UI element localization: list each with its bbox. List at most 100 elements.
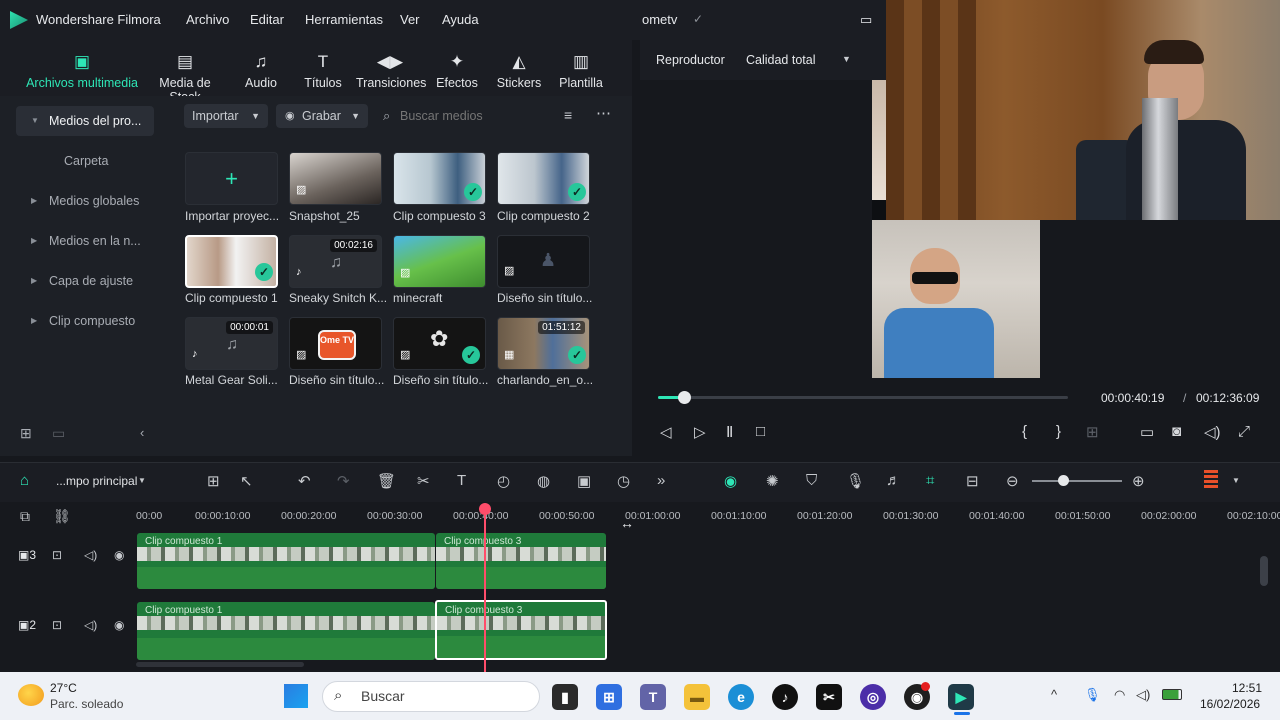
layout-toggle-icon[interactable]: ▭: [860, 12, 872, 28]
menu-ver[interactable]: Ver: [400, 12, 420, 27]
volume-icon[interactable]: ◁): [1204, 423, 1221, 441]
ai-portrait-icon[interactable]: ▣: [577, 472, 591, 490]
capcut-icon[interactable]: ✂: [816, 684, 842, 710]
wifi-icon[interactable]: ◠: [1114, 687, 1125, 703]
weather-desc[interactable]: Parc. soleado: [50, 697, 123, 711]
tab-plantilla[interactable]: ▥ Plantilla: [556, 40, 606, 96]
clock-time[interactable]: 12:51: [1232, 681, 1262, 695]
chevron-down-icon[interactable]: ▼: [1232, 476, 1240, 485]
eye-icon[interactable]: ◉: [114, 618, 124, 632]
media-thumbnail[interactable]: ✓: [497, 152, 590, 205]
lock-icon[interactable]: ⊡: [52, 548, 62, 562]
pause-icon[interactable]: Ⅱ: [726, 423, 733, 441]
tab-efectos[interactable]: ✦ Efectos: [432, 40, 482, 96]
ai-copilot-icon[interactable]: ◉: [724, 472, 737, 490]
chevron-down-icon[interactable]: ▼: [842, 54, 851, 64]
play-icon[interactable]: ▷: [694, 423, 706, 441]
teams-icon[interactable]: T: [640, 684, 666, 710]
timeline-clip[interactable]: Clip compuesto 1: [137, 602, 435, 660]
taskbar-search[interactable]: Buscar: [322, 681, 540, 712]
filmora-taskbar-icon[interactable]: ▶: [948, 684, 974, 710]
menu-ayuda[interactable]: Ayuda: [442, 12, 479, 27]
audio-mix-icon[interactable]: ♬: [886, 472, 901, 489]
store-icon[interactable]: ⊞: [596, 684, 622, 710]
redo-icon[interactable]: ↷: [337, 472, 350, 490]
mark-out-icon[interactable]: }: [1056, 423, 1061, 440]
timeline-clip[interactable]: Clip compuesto 1: [137, 533, 435, 589]
tab-stickers[interactable]: ◭ Stickers: [494, 40, 544, 96]
lock-icon[interactable]: ⊡: [52, 618, 62, 632]
grid-layout-icon[interactable]: ⊞: [207, 472, 220, 490]
edge-browser-icon[interactable]: e: [728, 684, 754, 710]
filter-icon[interactable]: ≡: [564, 107, 572, 123]
tab-transiciones[interactable]: ◀▶ Transiciones: [356, 40, 426, 96]
import-button[interactable]: Importar ▼: [184, 104, 268, 128]
media-thumbnail[interactable]: ✓: [393, 152, 486, 205]
previous-frame-icon[interactable]: ◁: [660, 423, 672, 441]
display-icon[interactable]: ▭: [1140, 423, 1154, 441]
media-thumbnail[interactable]: ▨: [393, 235, 486, 288]
sidebar-item-medios-globales[interactable]: ▶ Medios globales: [16, 186, 154, 216]
new-folder-icon[interactable]: ⊞: [20, 425, 32, 442]
timeline-clip-selected[interactable]: Clip compuesto 3: [435, 600, 607, 660]
sidebar-item-carpeta[interactable]: Carpeta: [16, 146, 154, 176]
zoom-in-icon[interactable]: ⊕: [1132, 472, 1145, 490]
media-thumbnail[interactable]: ▨: [289, 152, 382, 205]
home-icon[interactable]: ⌂: [20, 472, 29, 489]
clock-date[interactable]: 16/02/2026: [1200, 697, 1260, 711]
zoom-slider-handle[interactable]: [1058, 475, 1069, 486]
tab-media-de-stock[interactable]: ▤ Media de Stock: [142, 40, 228, 104]
weather-temp[interactable]: 27°C: [50, 681, 77, 695]
speaker-icon[interactable]: ◁): [1136, 687, 1150, 703]
more-tools-icon[interactable]: »: [657, 472, 665, 489]
render-preview-icon[interactable]: ✺: [766, 472, 779, 490]
mute-icon[interactable]: ◁): [84, 548, 97, 562]
menu-herramientas[interactable]: Herramientas: [305, 12, 383, 27]
sidebar-item-medios-del-proyecto[interactable]: ▼ Medios del pro...: [16, 106, 154, 136]
media-thumbnail[interactable]: ▨ ♟: [497, 235, 590, 288]
task-view-icon[interactable]: ▮: [552, 684, 578, 710]
timeline-selector[interactable]: ...mpo principal: [56, 474, 137, 488]
more-options-icon[interactable]: ⋯: [596, 104, 611, 122]
timeline-clip[interactable]: Clip compuesto 3: [436, 533, 606, 589]
split-scissors-icon[interactable]: ✂: [417, 472, 430, 490]
tab-archivos-multimedia[interactable]: ▣ Archivos multimedia: [26, 40, 138, 96]
snapshot-camera-icon[interactable]: ◙: [1172, 423, 1181, 440]
fit-timeline-icon[interactable]: ⊟: [966, 472, 979, 490]
add-track-icon[interactable]: ⧉: [20, 508, 30, 525]
fullscreen-icon[interactable]: ⤢: [1238, 423, 1250, 440]
marker-icon[interactable]: ⛉: [806, 472, 817, 489]
folder-icon[interactable]: ▭: [52, 425, 65, 442]
sidebar-item-capa-de-ajuste[interactable]: ▶ Capa de ajuste: [16, 266, 154, 296]
playhead-handle[interactable]: [479, 503, 491, 515]
zoom-slider-track[interactable]: [1032, 480, 1122, 482]
playback-slider-handle[interactable]: [678, 391, 691, 404]
media-thumbnail[interactable]: Ome TV ▨: [289, 317, 382, 370]
insert-icon[interactable]: ⊞: [1086, 423, 1099, 441]
import-project-tile[interactable]: +: [185, 152, 278, 205]
sidebar-item-medios-en-la-nube[interactable]: ▶ Medios en la n...: [16, 226, 154, 256]
tab-titulos[interactable]: T Títulos: [298, 40, 348, 96]
playback-slider-track[interactable]: [658, 396, 1068, 399]
eye-icon[interactable]: ◉: [114, 548, 124, 562]
delete-icon[interactable]: 🗑: [377, 472, 396, 490]
color-icon[interactable]: ◍: [537, 472, 550, 490]
text-icon[interactable]: T: [457, 472, 466, 489]
horizontal-scrollbar[interactable]: [136, 662, 304, 667]
microphone-tray-icon[interactable]: 🎙: [1084, 687, 1101, 703]
chevron-up-icon[interactable]: ^: [1051, 687, 1057, 702]
zoom-out-icon[interactable]: ⊖: [1006, 472, 1019, 490]
microphone-icon[interactable]: 🎙: [846, 472, 865, 490]
media-thumbnail[interactable]: 01:51:12 ▦ ✓: [497, 317, 590, 370]
media-thumbnail[interactable]: 00:02:16 ♫ ♪: [289, 235, 382, 288]
battery-icon[interactable]: [1162, 689, 1182, 700]
select-pointer-icon[interactable]: ↖: [240, 472, 253, 490]
media-thumbnail[interactable]: 00:00:01 ♫ ♪: [185, 317, 278, 370]
file-explorer-icon[interactable]: ▬: [684, 684, 710, 710]
tiktok-icon[interactable]: ♪: [772, 684, 798, 710]
weather-sun-icon[interactable]: [18, 684, 44, 706]
player-tab[interactable]: Reproductor: [656, 53, 725, 67]
record-button[interactable]: ◉ Grabar ▼: [276, 104, 368, 128]
speed-icon[interactable]: ◴: [497, 472, 510, 490]
windows-start-icon[interactable]: [284, 684, 308, 708]
